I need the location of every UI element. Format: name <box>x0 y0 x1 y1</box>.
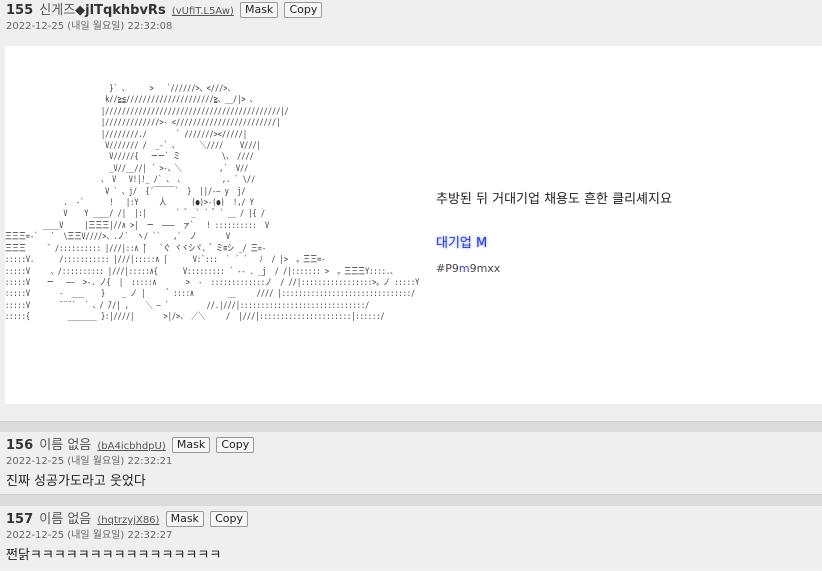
post-separator <box>0 421 822 432</box>
mask-button[interactable]: Mask <box>165 511 204 527</box>
tag-part: m <box>458 262 470 275</box>
post-date: 2022-12-25 (내일 월요일) 22:32:27 <box>6 530 173 541</box>
post-date: 2022-12-25 (내일 월요일) 22:32:21 <box>6 456 173 467</box>
user-id-link[interactable]: (hqtrzyjX86) <box>97 515 159 526</box>
post-157: 157 이름 없음 (hqtrzyjX86) Mask Copy 2022-12… <box>0 506 822 566</box>
copy-button[interactable]: Copy <box>210 511 248 527</box>
user-id-link[interactable]: (vUfiT.L5Aw) <box>172 6 234 17</box>
poster-name: 신게즈◆jlTqkhbvRs <box>39 3 165 18</box>
post-body: }` 、 > ´//////>、<///>、 k//≧≦////////////… <box>5 46 822 404</box>
user-id-link[interactable]: (bA4icbhdpU) <box>97 441 165 452</box>
post-line: 추방된 뒤 거대기업 채용도 흔한 클리셰지요 <box>436 192 672 207</box>
post-header: 156 이름 없음 (bA4icbhdpU) Mask Copy <box>0 432 822 455</box>
post-tag: #P9m9mxx <box>436 262 500 275</box>
post-text: 쩐닭ㅋㅋㅋㅋㅋㅋㅋㅋㅋㅋㅋㅋㅋㅋㅋㅋ <box>6 548 222 563</box>
post-date: 2022-12-25 (내일 월요일) 22:32:08 <box>6 21 173 32</box>
poster-name: 이름 없음 <box>39 438 92 453</box>
post-header: 155 신게즈◆jlTqkhbvRs (vUfiT.L5Aw) Mask Cop… <box>0 0 822 20</box>
ascii-art: }` 、 > ´//////>、<///>、 k//≧≦////////////… <box>5 84 420 323</box>
tag-part: #P9 <box>436 262 459 275</box>
mask-button[interactable]: Mask <box>171 437 211 453</box>
post-signature: 대기업 M <box>436 236 488 251</box>
post-155: 155 신게즈◆jlTqkhbvRs (vUfiT.L5Aw) Mask Cop… <box>0 0 822 421</box>
post-number: 156 <box>6 438 34 453</box>
post-text: 진짜 성공가도라고 웃었다 <box>6 474 146 489</box>
copy-button[interactable]: Copy <box>216 437 255 453</box>
mask-button[interactable]: Mask <box>239 2 279 18</box>
poster-name: 이름 없음 <box>39 512 92 527</box>
post-number: 155 <box>6 3 34 18</box>
name-prefix: 신게즈 <box>39 3 76 18</box>
post-header: 157 이름 없음 (hqtrzyjX86) Mask Copy <box>0 506 822 529</box>
post-number: 157 <box>6 512 34 527</box>
tag-part: 9mxx <box>469 262 501 275</box>
copy-button[interactable]: Copy <box>284 2 323 18</box>
post-156: 156 이름 없음 (bA4icbhdpU) Mask Copy 2022-12… <box>0 432 822 494</box>
name-trip: ◆jlTqkhbvRs <box>75 3 166 18</box>
